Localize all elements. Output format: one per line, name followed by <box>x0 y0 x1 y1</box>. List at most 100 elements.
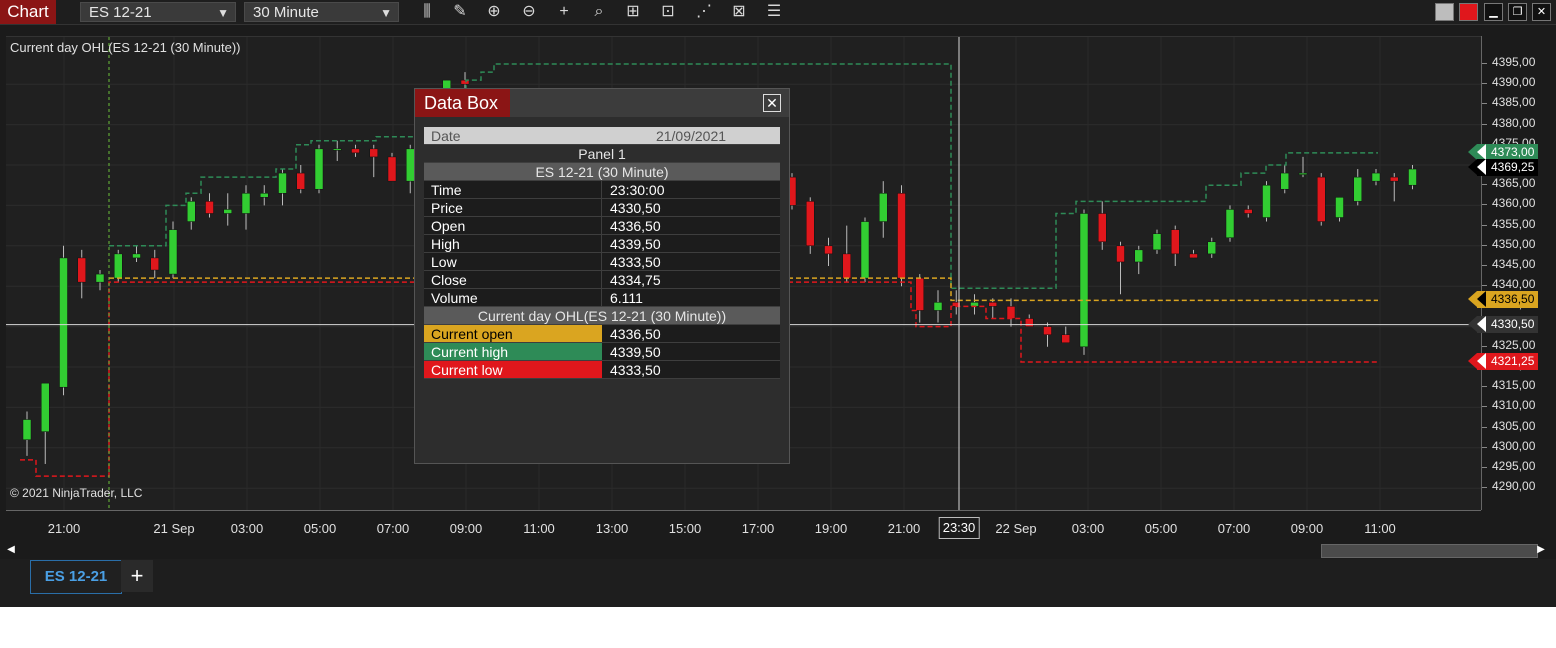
price-tick-label: 4290,00 <box>1492 479 1536 494</box>
candle-body <box>1390 176 1399 182</box>
scroll-right-icon[interactable]: ▶ <box>1536 542 1546 558</box>
time-tick-label: 03:00 <box>230 521 264 536</box>
time-tick-label: 03:00 <box>1071 521 1105 536</box>
price-tick-label: 4385,00 <box>1492 95 1536 110</box>
time-tick-label: 21 Sep <box>153 521 195 536</box>
candle-body <box>1317 176 1326 222</box>
instrument-selector[interactable]: ES 12-21 ▼ <box>80 2 236 22</box>
time-tick-label: 11:00 <box>523 521 555 536</box>
current-low-line <box>20 281 414 477</box>
data-row-time: Time 23:30:00 <box>424 181 780 199</box>
minimize-button[interactable]: ▁ <box>1484 3 1503 21</box>
drawing-tool-icon[interactable]: ✎ <box>449 2 471 22</box>
price-tick-mark <box>1482 446 1487 448</box>
time-tick-label: 21:00 <box>47 521 81 536</box>
price-tick-label: 4300,00 <box>1492 438 1536 453</box>
chart-properties-icon[interactable]: ⊞ <box>622 2 644 22</box>
time-tick-label: 07:00 <box>1217 521 1251 536</box>
chart-trader-icon[interactable]: ⋰ <box>693 2 715 22</box>
indicator-row: Current open 4336,50 <box>424 325 780 343</box>
candle-body <box>1335 197 1344 218</box>
candle-body <box>333 148 342 151</box>
current-high-line <box>109 135 414 247</box>
price-tick-mark <box>1482 83 1487 85</box>
marker-arrow <box>1468 143 1477 160</box>
candle-body <box>1116 245 1125 263</box>
marker-arrow <box>1468 315 1477 332</box>
templates-icon[interactable]: ⊠ <box>728 2 750 22</box>
chart-toolbar: Chart ES 12-21 ▼ 30 Minute ▼ ⫼ ✎ ⊕ ⊖ + ⌕ ⊞ ⊡ ⋰ ⊠ ☰… <box>0 0 1556 25</box>
candle-body <box>314 148 324 190</box>
data-row-open: Open 4336,50 <box>424 217 780 235</box>
indicator-value: 4336,50 <box>610 326 661 342</box>
time-tick-label: 21:00 <box>887 521 921 536</box>
close-button[interactable]: ✕ <box>1532 3 1551 21</box>
time-tick-label: 05:00 <box>303 521 337 536</box>
color-gray-button[interactable] <box>1435 3 1454 21</box>
candle-body <box>351 148 360 154</box>
data-box-window[interactable]: Data Box ✕ Date 21/09/2021 Panel 1 ES 12… <box>414 88 790 464</box>
maximize-button[interactable]: ❐ <box>1508 3 1527 21</box>
price-tick-mark <box>1482 467 1487 468</box>
chart-menu-button[interactable]: Chart <box>0 0 56 24</box>
candle-body <box>1098 213 1107 243</box>
candle-body <box>806 201 815 247</box>
color-red-button[interactable] <box>1459 3 1478 21</box>
time-axis[interactable]: 23:30 21:00 21 Sep 03:00 05:00 07:00 09:00 11:… <box>6 510 1481 541</box>
candle-body <box>150 257 159 271</box>
price-tick-mark <box>1482 406 1487 408</box>
candle-body <box>369 148 378 158</box>
candle-body <box>387 156 397 182</box>
price-tick-mark <box>1482 426 1487 428</box>
field-value: 23:30:00 <box>610 182 665 198</box>
horizontal-scrollbar[interactable]: ◀ ▶ <box>6 542 1546 558</box>
candle-body <box>77 257 86 283</box>
time-tick-label: 13:00 <box>595 521 629 536</box>
candle-body <box>842 253 851 279</box>
indicators-icon[interactable]: ⌕ <box>588 2 610 22</box>
scroll-left-icon[interactable]: ◀ <box>6 542 16 558</box>
series-header: ES 12-21 (30 Minute) <box>424 163 780 181</box>
candle-body <box>187 201 196 222</box>
instrument-value: ES 12-21 <box>89 4 152 21</box>
candle-body <box>1043 326 1052 335</box>
field-value: 4330,50 <box>610 200 661 216</box>
data-row-volume: Volume 6.111 <box>424 289 780 307</box>
scroll-thumb[interactable] <box>1321 544 1538 558</box>
candle-body <box>1079 213 1089 348</box>
close-icon[interactable]: ✕ <box>763 94 781 112</box>
indicator-row: Current low 4333,50 <box>424 361 780 379</box>
price-axis[interactable]: 4395,004390,004385,004380,004375,004370,… <box>1481 36 1552 510</box>
indicator-label: Current day OHL(ES 12-21 (30 Minute)) <box>10 40 241 55</box>
tab-es-12-21[interactable]: ES 12-21 <box>30 560 122 594</box>
price-tick-label: 4340,00 <box>1492 277 1536 292</box>
candle-body <box>1371 172 1381 182</box>
price-tick-label: 4395,00 <box>1492 55 1536 69</box>
indicator-value: 4333,50 <box>610 362 661 378</box>
candle-body <box>1280 172 1289 190</box>
bar-type-icon[interactable]: ⫼ <box>416 2 438 22</box>
zoom-in-icon[interactable]: ⊕ <box>483 2 505 22</box>
data-row-close: Close 4334,75 <box>424 271 780 289</box>
price-tick-label: 4350,00 <box>1492 236 1536 251</box>
crosshair-icon[interactable]: + <box>553 2 575 22</box>
data-row-price: Price 4330,50 <box>424 199 780 217</box>
price-tick-label: 4295,00 <box>1492 459 1536 473</box>
add-tab-button[interactable]: + <box>121 560 153 592</box>
list-icon[interactable]: ☰ <box>763 2 785 22</box>
data-box-title[interactable]: Data Box <box>415 89 510 117</box>
strategies-icon[interactable]: ⊡ <box>657 2 679 22</box>
candle-body <box>1171 229 1180 255</box>
price-tick-mark <box>1482 244 1487 246</box>
price-tick-label: 4390,00 <box>1492 75 1536 90</box>
candle-body <box>223 209 232 214</box>
zoom-out-icon[interactable]: ⊖ <box>518 2 540 22</box>
time-tick-label: 07:00 <box>376 521 410 536</box>
price-tick-mark <box>1482 184 1487 186</box>
time-tick-label: 22 Sep <box>995 521 1037 536</box>
data-box-titlebar[interactable] <box>510 89 789 117</box>
price-marker: 4330,50 <box>1468 315 1539 333</box>
field-value: 4333,50 <box>610 254 661 270</box>
time-cursor-label: 23:30 <box>938 517 980 539</box>
interval-selector[interactable]: 30 Minute ▼ <box>244 2 399 22</box>
